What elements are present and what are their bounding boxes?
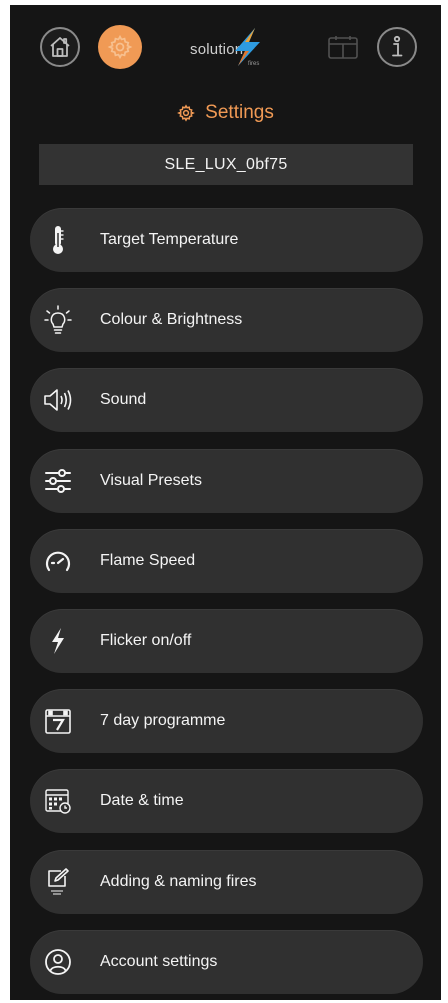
device-name-bar: SLE_LUX_0bf75: [39, 144, 413, 185]
menu-item-7-day-programme[interactable]: 7 day programme: [30, 689, 423, 754]
info-button[interactable]: [377, 27, 417, 67]
lightbulb-icon: [42, 304, 74, 336]
menu-item-label: Date & time: [100, 792, 184, 810]
menu-item-target-temperature[interactable]: Target Temperature: [30, 208, 423, 272]
calendar-clock-icon: [42, 785, 74, 817]
calendar-7-icon: [42, 705, 74, 737]
speaker-icon: [42, 384, 74, 416]
lightning-logo-icon: [229, 27, 265, 67]
speedometer-icon: [42, 545, 74, 577]
page-title-label: Settings: [205, 102, 274, 123]
menu-item-label: Flicker on/off: [100, 631, 192, 649]
calendar-icon: [328, 35, 358, 59]
menu-item-account-settings[interactable]: Account settings: [30, 929, 423, 994]
calendar-button[interactable]: [328, 35, 358, 59]
top-bar: solution fires: [10, 5, 441, 89]
menu-item-label: 7 day programme: [100, 712, 226, 730]
menu-item-flame-speed[interactable]: Flame Speed: [30, 528, 423, 593]
device-name: SLE_LUX_0bf75: [164, 155, 288, 173]
settings-menu: Target Temperature Colour & Brightness S…: [30, 208, 423, 1000]
home-button[interactable]: [40, 27, 80, 67]
gear-icon: [177, 104, 196, 122]
menu-item-label: Target Temperature: [100, 231, 239, 248]
menu-item-flicker[interactable]: Flicker on/off: [30, 608, 423, 673]
info-icon: [386, 35, 408, 59]
logo-subtext: fires: [248, 61, 260, 67]
menu-item-visual-presets[interactable]: Visual Presets: [30, 448, 423, 513]
lightning-icon: [42, 625, 74, 657]
menu-item-label: Flame Speed: [100, 551, 196, 569]
menu-item-adding-naming-fires[interactable]: Adding & naming fires: [30, 849, 423, 914]
menu-item-sound[interactable]: Sound: [30, 368, 423, 433]
edit-icon: [42, 866, 74, 898]
page-title: Settings: [10, 100, 441, 126]
menu-item-label: Colour & Brightness: [100, 311, 243, 329]
sliders-icon: [42, 465, 74, 497]
menu-item-date-time[interactable]: Date & time: [30, 769, 423, 834]
account-icon: [42, 946, 74, 978]
menu-item-colour-brightness[interactable]: Colour & Brightness: [30, 288, 423, 353]
menu-item-label: Account settings: [100, 952, 218, 970]
home-icon: [48, 35, 72, 59]
app-screen: solution fires Settings SLE_LUX_0bf75 Ta…: [10, 5, 441, 1000]
settings-button[interactable]: [98, 25, 142, 69]
brand-logo: solution fires: [178, 27, 288, 69]
thermometer-icon: [42, 224, 74, 256]
gear-icon: [107, 34, 133, 60]
menu-item-label: Visual Presets: [100, 471, 202, 489]
menu-item-label: Sound: [100, 391, 147, 409]
menu-item-label: Adding & naming fires: [100, 872, 257, 890]
